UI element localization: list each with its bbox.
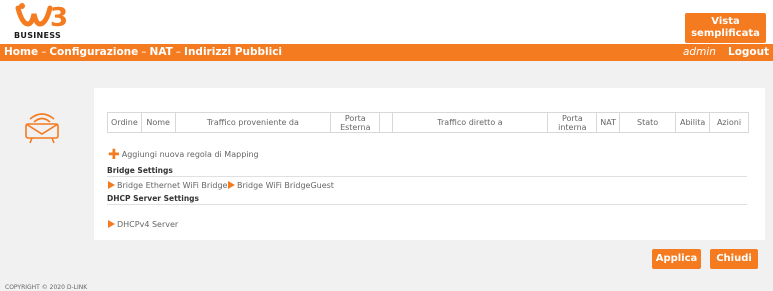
col-ordine: Ordine	[107, 112, 142, 133]
col-porta-esterna: Porta Esterna	[330, 112, 381, 133]
nav-bar: Home – Configurazione – NAT – Indirizzi Pubbli…	[0, 44, 773, 61]
main-content: Ordine Nome Traffico proveniente da Port…	[0, 61, 773, 271]
col-traffico-diretto: Traffico diretto a	[391, 112, 549, 133]
col-abilita: Abilita	[675, 112, 711, 133]
arrow-right-icon	[108, 181, 115, 189]
dhcpv4-server-link[interactable]: DHCPv4 Server	[108, 220, 178, 229]
bridge-wifi-guest-label: Bridge WiFi BridgeGuest	[237, 181, 334, 190]
add-mapping-rule-label: Aggiungi nuova regola di Mapping	[121, 150, 259, 159]
arrow-right-icon	[228, 181, 235, 189]
vista-button-line1: Vista	[711, 16, 740, 27]
brand-text: BUSINESS	[14, 31, 62, 40]
col-azioni: Azioni	[709, 112, 749, 133]
logout-link[interactable]: Logout	[728, 46, 769, 58]
apply-button[interactable]: Applica	[652, 249, 701, 269]
vista-semplificata-button[interactable]: Vista semplificata	[685, 13, 766, 43]
col-porta-interna: Porta interna	[547, 112, 598, 133]
breadcrumb-indirizzi-pubblici: Indirizzi Pubblici	[184, 46, 283, 58]
close-button[interactable]: Chiudi	[710, 249, 758, 269]
bridge-ethernet-wifi-label: Bridge Ethernet WiFi Bridge	[117, 181, 228, 190]
vista-button-line2: semplificata	[691, 28, 760, 39]
col-stato: Stato	[618, 112, 677, 133]
copyright-text: COPYRIGHT © 2020 D-LINK	[5, 284, 88, 291]
nat-panel: Ordine Nome Traffico proveniente da Port…	[94, 88, 765, 240]
dhcp-server-settings-title: DHCP Server Settings	[107, 194, 199, 203]
breadcrumb-separator: –	[41, 46, 47, 58]
router-mail-icon	[22, 110, 62, 144]
divider	[107, 176, 747, 177]
bridge-settings-title: Bridge Settings	[107, 166, 173, 175]
dhcpv4-server-label: DHCPv4 Server	[117, 220, 179, 229]
breadcrumb-home[interactable]: Home	[4, 46, 38, 58]
user-name: admin	[683, 46, 716, 58]
breadcrumb: Home – Configurazione – NAT – Indirizzi Pubbli…	[4, 46, 282, 58]
breadcrumb-nat[interactable]: NAT	[150, 46, 173, 58]
breadcrumb-configurazione[interactable]: Configurazione	[49, 46, 138, 58]
mapping-rules-table: Ordine Nome Traffico proveniente da Port…	[107, 112, 749, 133]
col-nome: Nome	[140, 112, 176, 133]
breadcrumb-separator: –	[141, 46, 147, 58]
col-nat: NAT	[596, 112, 620, 133]
bridge-ethernet-wifi-link[interactable]: Bridge Ethernet WiFi Bridge	[108, 181, 227, 190]
col-empty	[379, 112, 393, 133]
plus-icon: ✚	[108, 147, 120, 163]
breadcrumb-separator: –	[175, 46, 182, 58]
divider	[107, 204, 747, 205]
bridge-wifi-guest-link[interactable]: Bridge WiFi BridgeGuest	[228, 181, 334, 190]
arrow-right-icon	[108, 220, 115, 228]
table-header-row: Ordine Nome Traffico proveniente da Port…	[107, 112, 749, 133]
svg-text:3: 3	[50, 3, 68, 32]
add-mapping-rule-link[interactable]: ✚ Aggiungi nuova regola di Mapping	[108, 147, 259, 163]
col-traffico-proveniente: Traffico proveniente da	[174, 112, 332, 133]
top-header: 3 BUSINESS Vista semplificata	[0, 0, 773, 44]
